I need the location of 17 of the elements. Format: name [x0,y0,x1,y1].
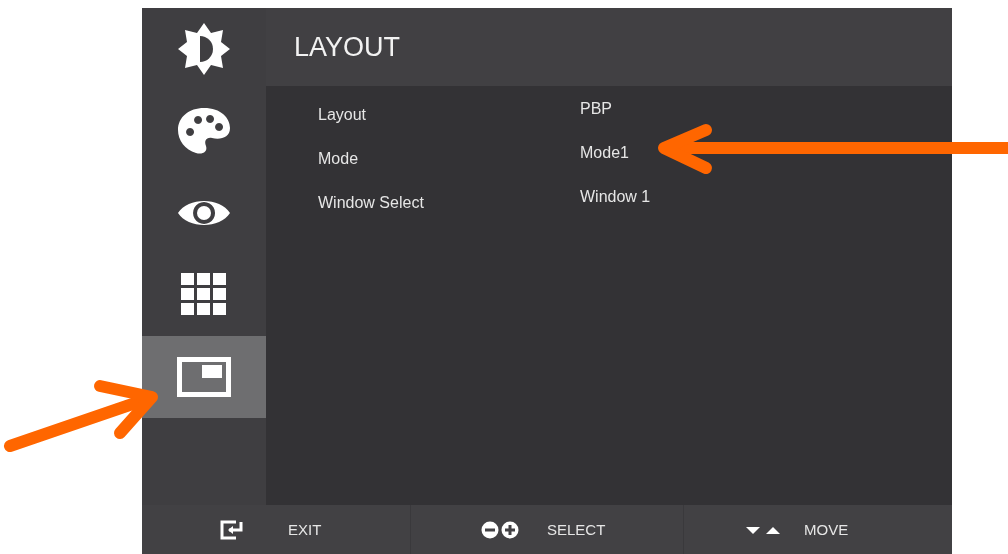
exit-icon [220,519,244,540]
sidebar-item[interactable] [142,336,266,418]
grid-icon [181,273,227,317]
menu-title: LAYOUT [294,31,401,63]
key-hint: MOVE [804,521,849,538]
setting-value: Window 1 [580,188,652,206]
setting-label: Window Select [318,193,425,212]
setting-label: Layout [318,105,368,124]
palette-icon [176,106,232,156]
setting-value: Mode1 [580,144,630,162]
setting-value: PBP [580,100,613,118]
key-hint: EXIT [288,521,322,538]
setting-label: Mode [318,149,360,168]
minus-plus-icon [481,520,519,539]
picture-in-picture-icon [177,357,231,397]
key-hint: SELECT [547,521,606,538]
brightness-icon [176,21,232,77]
